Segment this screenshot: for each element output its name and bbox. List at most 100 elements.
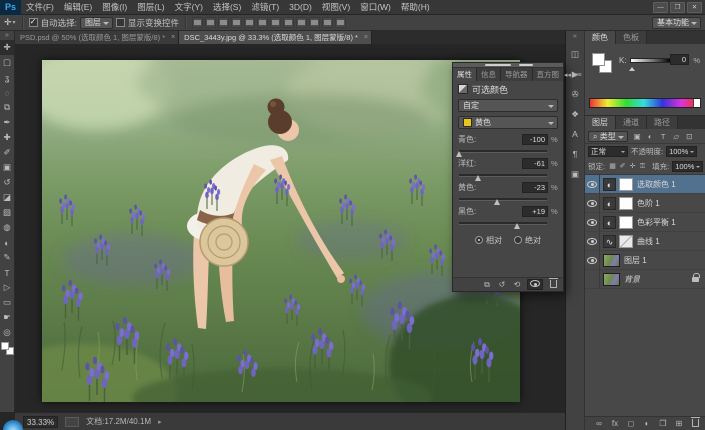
menu-item[interactable]: 编辑(E) xyxy=(59,0,97,15)
link-layers-icon[interactable]: ∞ xyxy=(594,419,604,428)
styles-icon[interactable]: ❖ xyxy=(567,108,583,121)
layer-row[interactable]: ◐ 选取颜色 1 xyxy=(585,175,705,194)
layer-row[interactable]: ∿ 曲线 1 xyxy=(585,232,705,251)
smart-object-filter-icon[interactable]: ⊡ xyxy=(684,131,695,142)
eraser-tool[interactable]: ◪ xyxy=(0,190,14,205)
visibility-toggle[interactable] xyxy=(585,251,600,270)
align-icon[interactable] xyxy=(244,17,255,28)
align-icon[interactable] xyxy=(231,17,242,28)
align-icon[interactable] xyxy=(283,17,294,28)
menu-item[interactable]: 滤镜(T) xyxy=(246,0,284,15)
type-tool[interactable]: T xyxy=(0,265,14,280)
fill-field[interactable]: 100% xyxy=(672,161,703,172)
brush-tool[interactable]: ✐ xyxy=(0,145,14,160)
align-icon[interactable] xyxy=(257,17,268,28)
slider-track[interactable] xyxy=(459,146,557,156)
slider-value-field[interactable]: -100 xyxy=(522,134,548,145)
photo-document[interactable] xyxy=(42,60,520,402)
shape-tool[interactable]: ▭ xyxy=(0,295,14,310)
curves-thumbnail[interactable] xyxy=(619,235,633,248)
menu-item[interactable]: 图像(I) xyxy=(97,0,132,15)
workspace-switcher[interactable]: 基本功能 xyxy=(652,17,701,29)
layer-row[interactable]: 图层 1 xyxy=(585,251,705,270)
layer-mask-thumbnail[interactable] xyxy=(619,216,633,229)
k-slider-thumb[interactable] xyxy=(629,64,635,71)
lasso-tool[interactable]: ʓ xyxy=(0,70,14,85)
slider-value-field[interactable]: -23 xyxy=(522,182,548,193)
k-value-field[interactable]: 0 xyxy=(670,54,689,65)
adjustment-layer-icon[interactable]: ◐ xyxy=(603,178,616,191)
layer-name[interactable]: 背景 xyxy=(624,274,640,285)
history-icon[interactable]: ◫ xyxy=(567,48,583,61)
align-icon[interactable] xyxy=(296,17,307,28)
layer-thumbnail[interactable] xyxy=(603,254,620,267)
slider-track[interactable] xyxy=(459,218,557,228)
slider-thumb[interactable] xyxy=(456,148,462,157)
window-control-button[interactable]: ✕ xyxy=(687,2,702,13)
foreground-background-swatches[interactable] xyxy=(1,342,14,355)
layer-style-icon[interactable]: fx xyxy=(610,419,620,428)
add-mask-icon[interactable]: ◻ xyxy=(626,419,636,428)
blend-mode-dropdown[interactable]: 正常 xyxy=(588,146,628,157)
menu-item[interactable]: 文字(Y) xyxy=(170,0,208,15)
visibility-toggle[interactable] xyxy=(585,175,600,194)
new-adjustment-icon[interactable]: ◐ xyxy=(642,419,652,428)
lock-position-icon[interactable]: ✛ xyxy=(628,162,637,172)
align-icon[interactable] xyxy=(192,17,203,28)
color-spectrum-ramp[interactable] xyxy=(589,98,701,108)
pen-tool[interactable]: ✎ xyxy=(0,250,14,265)
color-channel-dropdown[interactable]: 黄色 xyxy=(458,116,558,129)
quick-select-tool[interactable]: ◌ xyxy=(0,85,14,100)
character-icon[interactable]: A xyxy=(567,128,583,141)
rect-marquee-tool[interactable]: ▢ xyxy=(0,55,14,70)
lock-pixels-icon[interactable]: ✐ xyxy=(618,162,627,172)
menu-item[interactable]: 视图(V) xyxy=(317,0,355,15)
tool-presets-icon[interactable]: ✇ xyxy=(567,88,583,101)
slider-track[interactable] xyxy=(459,194,557,204)
panel-tab[interactable]: 通道 xyxy=(616,116,647,129)
foreground-color-swatch[interactable] xyxy=(1,342,9,350)
collapse-toolbar-icon[interactable]: » xyxy=(5,31,9,40)
layer-name[interactable]: 曲线 1 xyxy=(637,236,660,247)
dodge-tool[interactable]: ◐ xyxy=(0,235,14,250)
align-icon[interactable] xyxy=(218,17,229,28)
document-tab[interactable]: PSD.psd @ 50% (选取颜色 1, 图层蒙版/8) * × xyxy=(15,31,179,44)
visibility-toggle[interactable] xyxy=(585,232,600,251)
menu-item[interactable]: 文件(F) xyxy=(21,0,59,15)
previous-state-icon[interactable]: ↺ xyxy=(497,280,507,289)
layer-row[interactable]: 背景 xyxy=(585,270,705,289)
filter-kind-dropdown[interactable]: ⌕ 类型 xyxy=(588,131,628,142)
slider-thumb[interactable] xyxy=(494,196,500,205)
align-icon[interactable] xyxy=(270,17,281,28)
adjustment-filter-icon[interactable]: ◐ xyxy=(645,131,656,142)
menu-item[interactable]: 帮助(H) xyxy=(396,0,435,15)
eyedropper-tool[interactable]: ✒ xyxy=(0,115,14,130)
slider-thumb[interactable] xyxy=(475,172,481,181)
slider-track[interactable] xyxy=(459,170,557,180)
zoom-tool[interactable]: ◎ xyxy=(0,325,14,340)
visibility-toggle[interactable] xyxy=(585,270,600,289)
zoom-level-field[interactable]: 33.33% xyxy=(23,416,58,428)
layer-mask-thumbnail[interactable] xyxy=(619,197,633,210)
panel-tab[interactable]: 信息 xyxy=(477,68,501,81)
delete-layer-icon[interactable] xyxy=(690,419,700,429)
panel-tab[interactable]: 属性 xyxy=(453,68,477,81)
slider-value-field[interactable]: -61 xyxy=(522,158,548,169)
new-group-icon[interactable]: ❒ xyxy=(658,419,668,428)
close-tab-icon[interactable]: × xyxy=(364,31,368,44)
lock-all-icon[interactable]: ⚿ xyxy=(638,162,647,172)
window-control-button[interactable]: — xyxy=(653,2,668,13)
document-tab[interactable]: DSC_3443y.jpg @ 33.3% (选取颜色 1, 图层蒙版/8) *… xyxy=(179,31,372,44)
layer-row[interactable]: ◐ 色阶 1 xyxy=(585,194,705,213)
expand-panels-icon[interactable]: « xyxy=(573,32,577,41)
collapse-panel-icon[interactable]: ◂◂ xyxy=(564,71,571,79)
clone-source-icon[interactable]: ▣ xyxy=(567,168,583,181)
panel-tab[interactable]: 颜色 xyxy=(585,31,616,44)
clone-stamp-tool[interactable]: ▣ xyxy=(0,160,14,175)
align-icon[interactable] xyxy=(309,17,320,28)
white-chip[interactable] xyxy=(693,99,700,107)
lock-transparent-icon[interactable]: ▦ xyxy=(608,162,617,172)
path-select-tool[interactable]: ▷ xyxy=(0,280,14,295)
align-icon[interactable] xyxy=(322,17,333,28)
healing-brush-tool[interactable]: ✚ xyxy=(0,130,14,145)
